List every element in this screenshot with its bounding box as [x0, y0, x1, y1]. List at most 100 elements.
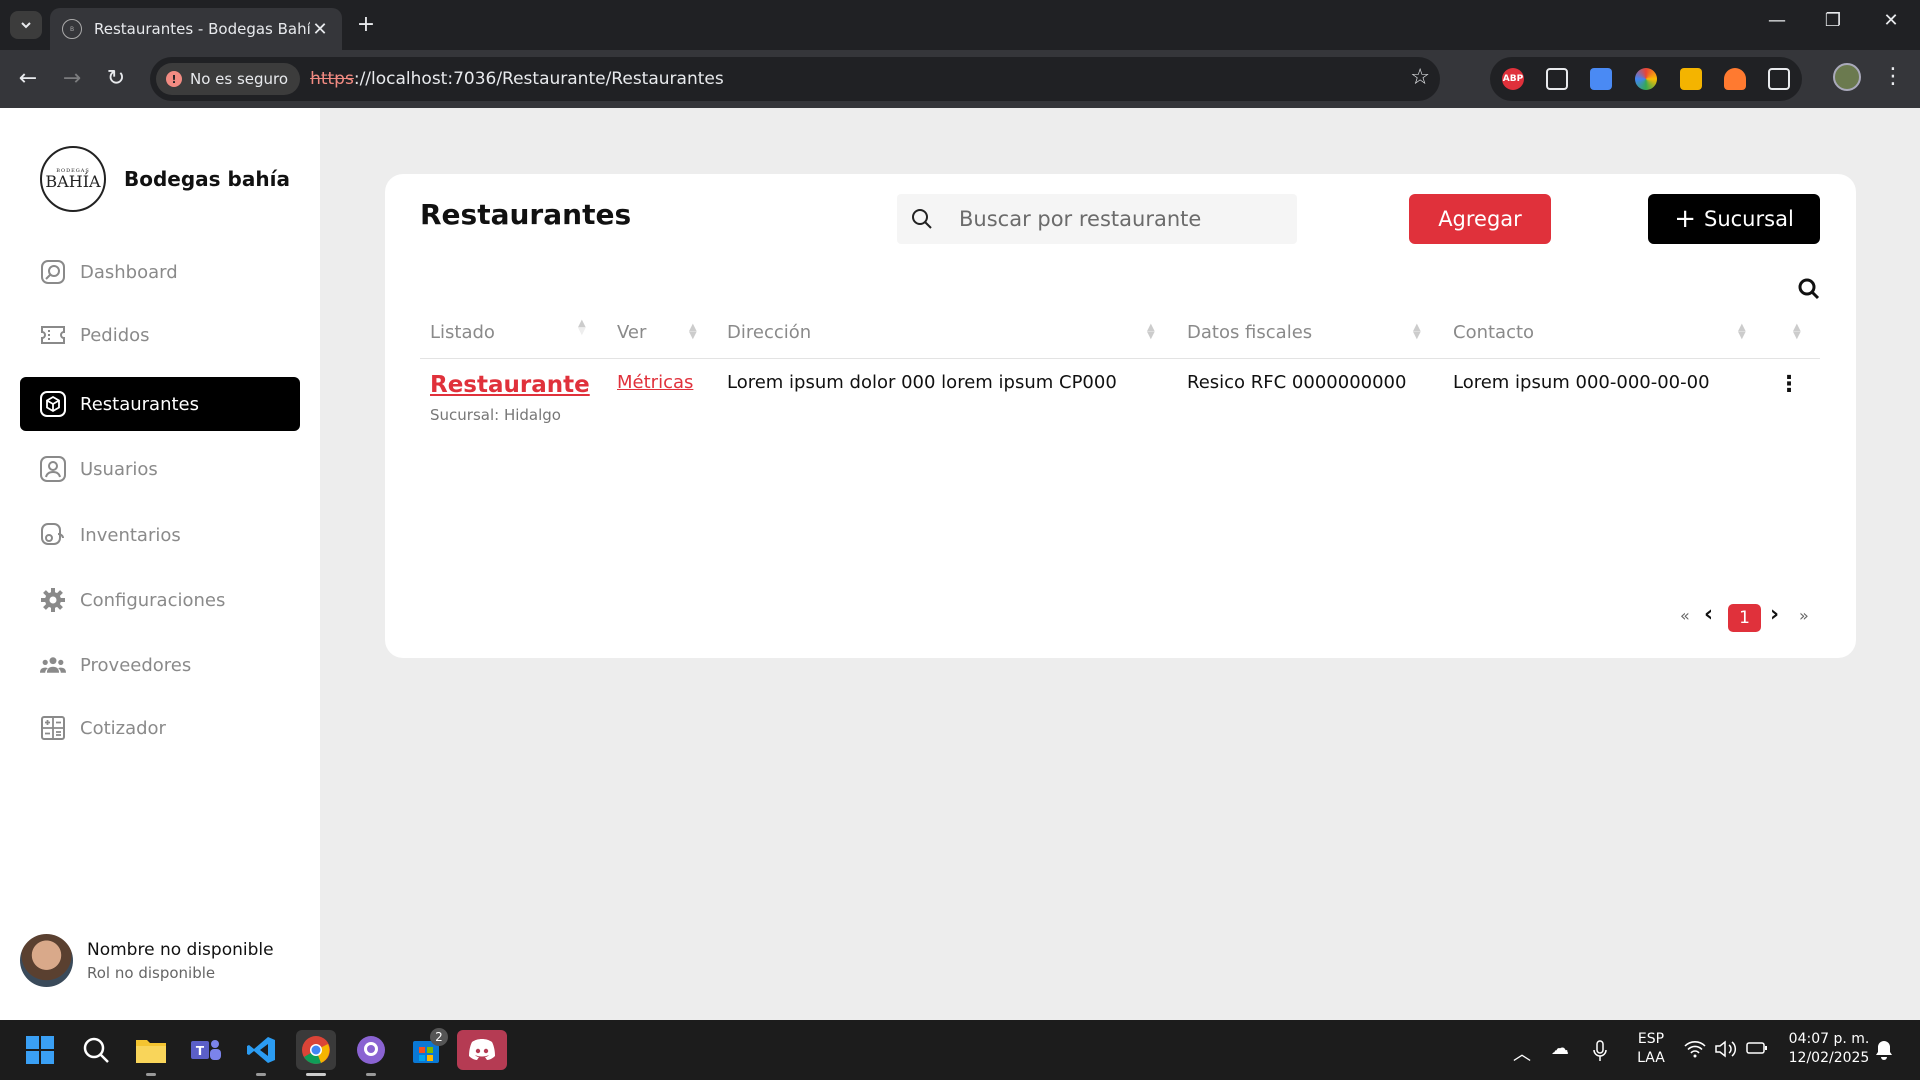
microphone-icon[interactable]: [1593, 1040, 1607, 1067]
inventory-icon: [40, 522, 66, 548]
table-search-icon[interactable]: [1798, 278, 1820, 304]
volume-icon[interactable]: [1715, 1040, 1737, 1063]
add-branch-label: Sucursal: [1704, 207, 1794, 231]
next-page-icon[interactable]: ›: [1770, 602, 1779, 627]
restaurant-contact: Lorem ipsum 000-000-00-00: [1453, 372, 1710, 393]
sidebar-item-usuarios[interactable]: Usuarios: [20, 442, 300, 496]
tab-search-button[interactable]: [10, 11, 42, 39]
address-bar[interactable]: ! No es seguro https://localhost:7036/Re…: [150, 57, 1440, 101]
sort-icon[interactable]: ▲ ▼: [689, 323, 697, 341]
sidebar-item-label: Cotizador: [80, 717, 166, 739]
fox-extension-icon[interactable]: [1724, 68, 1746, 90]
url-protocol: https: [310, 69, 354, 89]
svg-text:T: T: [196, 1044, 205, 1058]
new-tab-button[interactable]: +: [352, 12, 380, 37]
sidebar-item-inventarios[interactable]: Inventarios: [20, 508, 300, 562]
column-header-ver[interactable]: Ver: [617, 322, 646, 343]
sidebar-item-configuraciones[interactable]: Configuraciones: [20, 573, 300, 627]
gear-icon: [40, 587, 66, 613]
sidebar-item-label: Pedidos: [80, 324, 150, 346]
column-header-datos-fiscales[interactable]: Datos fiscales: [1187, 322, 1312, 343]
sidebar-item-proveedores[interactable]: Proveedores: [20, 638, 300, 692]
user-profile[interactable]: Nombre no disponible Rol no disponible: [20, 934, 274, 987]
sidebar-item-label: Inventarios: [80, 524, 181, 546]
minimize-button[interactable]: —: [1762, 10, 1792, 31]
sort-icon[interactable]: ▲ ▼: [1738, 323, 1746, 341]
color-picker-extension-icon[interactable]: [1635, 68, 1657, 90]
sidebar-item-label: Restaurantes: [80, 393, 199, 415]
browser-menu-icon[interactable]: ⋮: [1882, 64, 1904, 89]
add-branch-button[interactable]: + Sucursal: [1648, 194, 1820, 244]
sidebar-item-restaurantes[interactable]: Restaurantes: [20, 377, 300, 431]
box-icon: [40, 391, 66, 417]
running-indicator: [366, 1073, 376, 1076]
reload-button[interactable]: ↻: [102, 65, 130, 93]
notifications-bell-icon[interactable]: [1875, 1040, 1893, 1065]
profile-avatar[interactable]: [1833, 63, 1861, 91]
language-code: ESP: [1637, 1031, 1665, 1047]
restaurant-name-link[interactable]: Restaurante: [430, 372, 590, 398]
sort-asc-icon[interactable]: ▲ ▼: [578, 319, 586, 337]
brand-name: Bodegas bahía: [124, 167, 290, 191]
search-icon: [897, 208, 947, 230]
input-language[interactable]: ESP LAA: [1636, 1030, 1666, 1068]
sidebar-item-label: Configuraciones: [80, 589, 226, 611]
file-explorer-icon[interactable]: [131, 1030, 171, 1070]
show-hidden-icons[interactable]: ︿: [1513, 1040, 1531, 1066]
add-button[interactable]: Agregar: [1409, 194, 1551, 244]
sort-icon[interactable]: ▲ ▼: [1793, 323, 1801, 341]
notification-badge: 2: [430, 1028, 448, 1046]
pip-extension-icon[interactable]: [1546, 68, 1568, 90]
metrics-link[interactable]: Métricas: [617, 372, 693, 393]
microsoft-store-icon[interactable]: 2: [406, 1028, 448, 1070]
battery-icon[interactable]: [1746, 1040, 1768, 1061]
logo-big-text: BAHÍA: [45, 172, 101, 191]
table-header-divider: [420, 358, 1820, 359]
restaurant-fiscal-data: Resico RFC 0000000000: [1187, 372, 1407, 393]
last-page-button[interactable]: »: [1799, 606, 1809, 625]
restore-button[interactable]: ❐: [1818, 10, 1848, 31]
docs-extension-icon[interactable]: [1590, 68, 1612, 90]
column-header-direccion[interactable]: Dirección: [727, 322, 811, 343]
windows-start-icon[interactable]: [20, 1030, 60, 1070]
security-chip[interactable]: ! No es seguro: [156, 63, 301, 95]
url-path: ://localhost:7036/Restaurante/Restaurant…: [353, 69, 724, 89]
url-text[interactable]: https://localhost:7036/Restaurante/Resta…: [310, 69, 724, 89]
sidebar-item-cotizador[interactable]: Cotizador: [20, 701, 300, 755]
wifi-icon[interactable]: [1684, 1040, 1706, 1063]
ruler-extension-icon[interactable]: [1680, 68, 1702, 90]
brand[interactable]: BODEGAS BAHÍA Bodegas bahía: [40, 146, 290, 212]
warning-icon: !: [166, 71, 182, 87]
running-indicator: [256, 1073, 266, 1076]
puzzle-extensions-icon[interactable]: [1768, 68, 1790, 90]
back-button[interactable]: ←: [14, 65, 42, 93]
onedrive-icon[interactable]: ☁: [1551, 1038, 1569, 1059]
row-actions-menu-icon[interactable]: ⋮: [1778, 372, 1800, 397]
teams-icon[interactable]: T: [186, 1030, 226, 1070]
chrome-icon[interactable]: [296, 1030, 336, 1070]
sidebar-item-dashboard[interactable]: Dashboard: [20, 245, 300, 299]
adblock-extension-icon[interactable]: ABP: [1502, 68, 1524, 90]
clock[interactable]: 04:07 p. m. 12/02/2025: [1779, 1030, 1879, 1068]
github-desktop-icon[interactable]: [351, 1030, 391, 1070]
browser-tab[interactable]: B Restaurantes - Bodegas Bahía ✕: [50, 8, 342, 50]
search-box: [897, 194, 1297, 244]
bookmark-star-icon[interactable]: ☆: [1410, 65, 1430, 90]
sort-icon[interactable]: ▲ ▼: [1147, 323, 1155, 341]
forward-button[interactable]: →: [58, 65, 86, 93]
prev-page-icon[interactable]: ‹: [1704, 602, 1713, 627]
window-close-button[interactable]: ✕: [1876, 10, 1906, 31]
column-header-contacto[interactable]: Contacto: [1453, 322, 1534, 343]
sort-icon[interactable]: ▲ ▼: [1413, 323, 1421, 341]
extensions-bar: ABP: [1490, 57, 1802, 101]
vscode-icon[interactable]: [241, 1030, 281, 1070]
column-header-listado[interactable]: Listado: [430, 322, 495, 343]
current-page-button[interactable]: 1: [1728, 604, 1761, 632]
first-page-button[interactable]: «: [1680, 606, 1690, 625]
sidebar-item-pedidos[interactable]: Pedidos: [20, 308, 300, 362]
search-input[interactable]: [959, 207, 1279, 231]
discord-icon[interactable]: [457, 1030, 507, 1070]
avatar: [20, 934, 73, 987]
search-icon[interactable]: [76, 1030, 116, 1070]
tab-close-icon[interactable]: ✕: [310, 19, 330, 40]
